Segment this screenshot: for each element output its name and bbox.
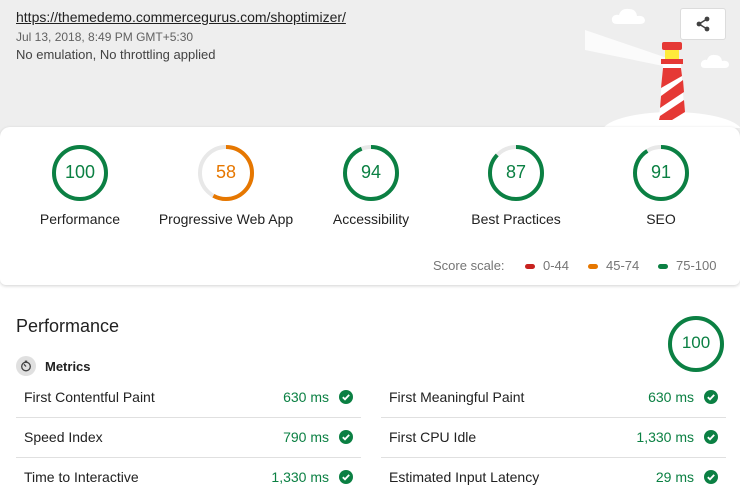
metric-value: 29 ms: [655, 469, 694, 485]
category-gauge[interactable]: 87 Best Practices: [441, 143, 591, 227]
share-icon: [696, 16, 710, 32]
scale-pill-red: [525, 264, 535, 269]
metric-label: First CPU Idle: [389, 429, 477, 445]
pass-check-icon: [704, 470, 718, 484]
pass-check-icon: [704, 430, 718, 444]
performance-score-value: 100: [681, 333, 711, 352]
gauge-score: 87: [505, 162, 527, 182]
stopwatch-icon: [16, 356, 36, 376]
environment-note: No emulation, No throttling applied: [16, 47, 216, 62]
cloud-icon: [611, 8, 645, 24]
category-gauge[interactable]: 94 Accessibility: [296, 143, 446, 227]
gauge-score: 58: [215, 162, 237, 182]
metric-value: 790 ms: [283, 429, 329, 445]
score-scale-label: Score scale:: [433, 258, 505, 273]
pass-check-icon: [339, 430, 353, 444]
category-gauge[interactable]: 100 Performance: [5, 143, 155, 227]
scale-range-low: 0-44: [543, 258, 570, 273]
metric-label: First Meaningful Paint: [389, 389, 525, 405]
metric-row: Estimated Input Latency 29 ms: [381, 457, 726, 497]
metric-value: 630 ms: [283, 389, 329, 405]
scale-range-high: 75-100: [676, 258, 717, 273]
category-gauge[interactable]: 58 Progressive Web App: [151, 143, 301, 227]
pass-check-icon: [339, 390, 353, 404]
gauge-score: 100: [64, 162, 96, 182]
scores-card: 100 Performance 58 Progressive Web App 94 Acc…: [0, 127, 740, 285]
metric-row: Speed Index 790 ms: [16, 417, 361, 457]
metric-label: First Contentful Paint: [24, 389, 155, 405]
metric-label: Time to Interactive: [24, 469, 139, 485]
metric-value: 1,330 ms: [636, 429, 694, 445]
gauge-label: Accessibility: [332, 211, 410, 227]
scale-pill-orange: [588, 264, 598, 269]
metric-row: Time to Interactive 1,330 ms: [16, 457, 361, 497]
report-header: https://themedemo.commercegurus.com/shop…: [0, 0, 740, 140]
metric-label: Speed Index: [24, 429, 103, 445]
report-url-link[interactable]: https://themedemo.commercegurus.com/shop…: [16, 9, 346, 25]
pass-check-icon: [339, 470, 353, 484]
metric-row: First Meaningful Paint 630 ms: [381, 377, 726, 417]
gauge-score: 94: [360, 162, 382, 182]
scale-pill-green: [658, 264, 668, 269]
metric-value: 1,330 ms: [271, 469, 329, 485]
metric-row: First Contentful Paint 630 ms: [16, 377, 361, 417]
lighthouse-logo-icon: [585, 30, 740, 128]
metrics-heading: Metrics: [45, 359, 91, 374]
gauge-label: Best Practices: [471, 211, 561, 227]
category-gauge[interactable]: 91 SEO: [586, 143, 736, 227]
performance-section-title: Performance: [16, 316, 120, 336]
metric-label: Estimated Input Latency: [389, 469, 540, 485]
gauge-label: Performance: [39, 211, 121, 227]
scale-range-mid: 45-74: [606, 258, 640, 273]
gauge-score: 91: [650, 162, 672, 182]
metric-row: First CPU Idle 1,330 ms: [381, 417, 726, 457]
gauge-label: SEO: [646, 211, 676, 227]
share-button[interactable]: [680, 8, 726, 40]
pass-check-icon: [704, 390, 718, 404]
metric-value: 630 ms: [648, 389, 694, 405]
gauge-label: Progressive Web App: [158, 211, 294, 227]
report-date: Jul 13, 2018, 8:49 PM GMT+5:30: [16, 30, 194, 44]
